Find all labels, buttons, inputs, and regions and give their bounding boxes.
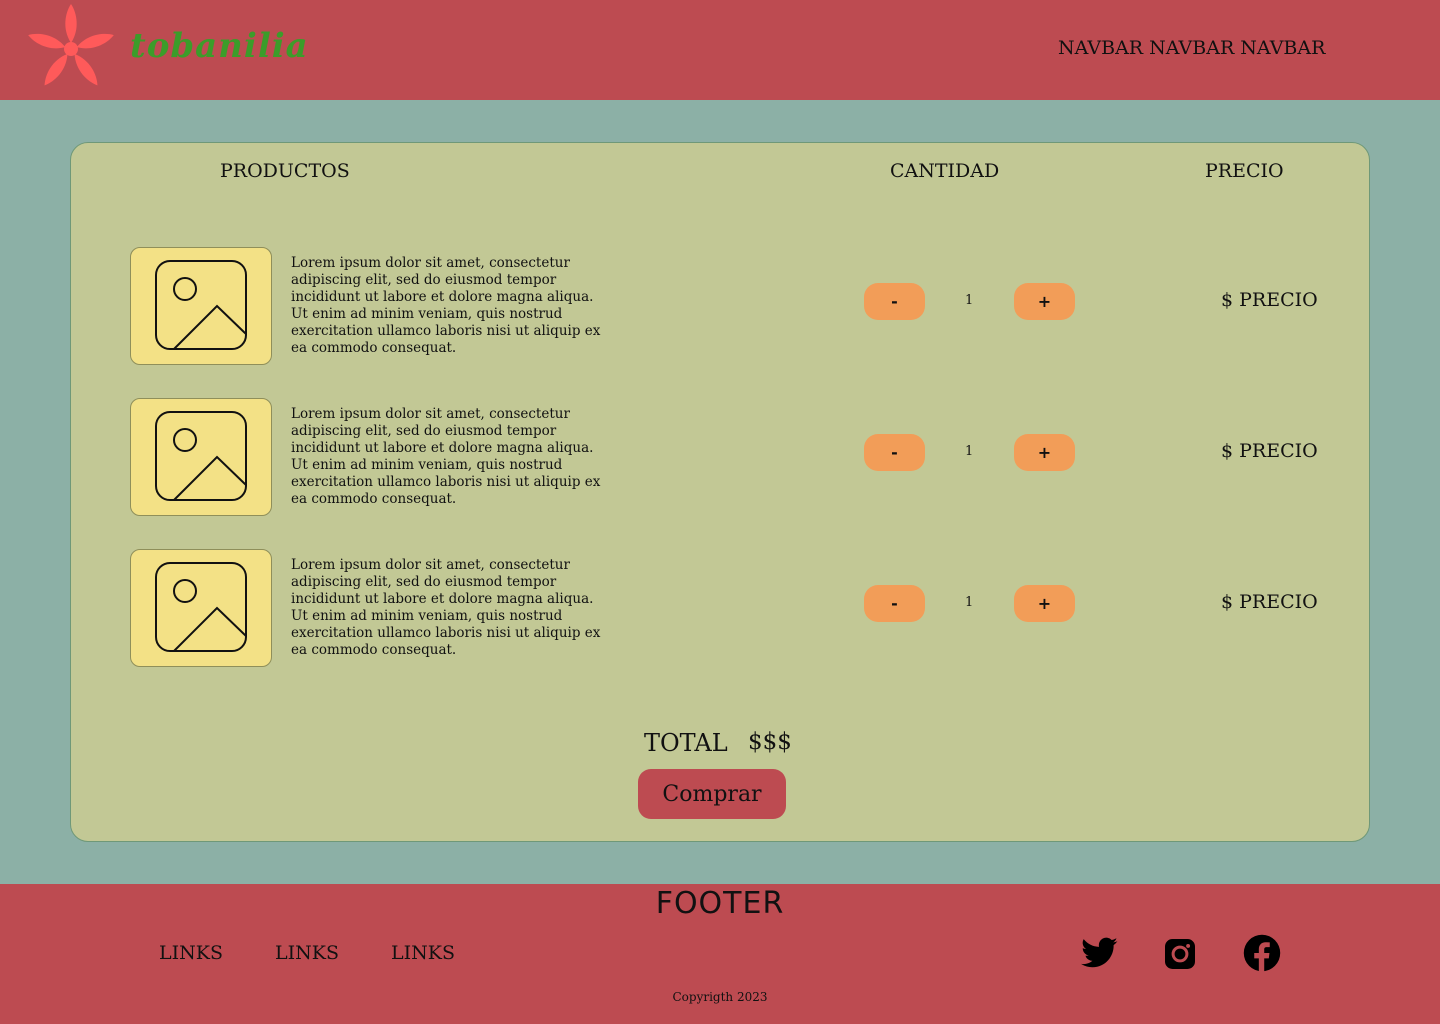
- flower-logo-icon[interactable]: [26, 2, 116, 94]
- quantity-header: CANTIDAD: [890, 160, 1000, 182]
- copyright: Copyrigth 2023: [672, 990, 768, 1004]
- increase-quantity-button[interactable]: +: [1014, 585, 1075, 622]
- decrease-quantity-button[interactable]: -: [864, 283, 925, 320]
- twitter-icon[interactable]: [1081, 934, 1119, 972]
- site-header: tobanilia NAVBAR NAVBAR NAVBAR: [0, 0, 1440, 100]
- product-thumbnail[interactable]: [130, 247, 272, 365]
- item-price: $ PRECIO: [1221, 289, 1318, 311]
- product-thumbnail[interactable]: [130, 398, 272, 516]
- quantity-value: 1: [965, 444, 974, 459]
- cart-row: Lorem ipsum dolor sit amet, consectetur …: [71, 549, 1371, 667]
- quantity-value: 1: [965, 595, 974, 610]
- product-description: Lorem ipsum dolor sit amet, consectetur …: [291, 255, 601, 356]
- item-price: $ PRECIO: [1221, 591, 1318, 613]
- footer-title: FOOTER: [655, 886, 785, 921]
- decrease-quantity-button[interactable]: -: [864, 585, 925, 622]
- site-footer: FOOTER LINKS LINKS LINKS Copyrigth 2023: [0, 884, 1440, 1024]
- increase-quantity-button[interactable]: +: [1014, 283, 1075, 320]
- facebook-icon[interactable]: [1243, 934, 1281, 972]
- cart-row: Lorem ipsum dolor sit amet, consectetur …: [71, 398, 1371, 516]
- cart-card: PRODUCTOS CANTIDAD PRECIO Lorem ipsum do…: [70, 142, 1370, 842]
- logo-text[interactable]: tobanilia: [130, 26, 309, 66]
- image-placeholder-icon: [155, 411, 247, 501]
- footer-link[interactable]: LINKS: [391, 942, 455, 964]
- item-price: $ PRECIO: [1221, 440, 1318, 462]
- price-header: PRECIO: [1205, 160, 1284, 182]
- product-thumbnail[interactable]: [130, 549, 272, 667]
- quantity-value: 1: [965, 293, 974, 308]
- footer-link[interactable]: LINKS: [159, 942, 223, 964]
- instagram-icon[interactable]: [1162, 936, 1198, 972]
- image-placeholder-icon: [155, 562, 247, 652]
- image-placeholder-icon: [155, 260, 247, 350]
- total-label: TOTAL: [644, 729, 728, 757]
- product-description: Lorem ipsum dolor sit amet, consectetur …: [291, 557, 601, 658]
- footer-link[interactable]: LINKS: [275, 942, 339, 964]
- navbar[interactable]: NAVBAR NAVBAR NAVBAR: [1058, 37, 1325, 59]
- decrease-quantity-button[interactable]: -: [864, 434, 925, 471]
- increase-quantity-button[interactable]: +: [1014, 434, 1075, 471]
- cart-row: Lorem ipsum dolor sit amet, consectetur …: [71, 247, 1371, 365]
- total-value: $$$: [748, 729, 792, 755]
- buy-button[interactable]: Comprar: [638, 769, 786, 819]
- product-description: Lorem ipsum dolor sit amet, consectetur …: [291, 406, 601, 507]
- products-header: PRODUCTOS: [220, 160, 350, 182]
